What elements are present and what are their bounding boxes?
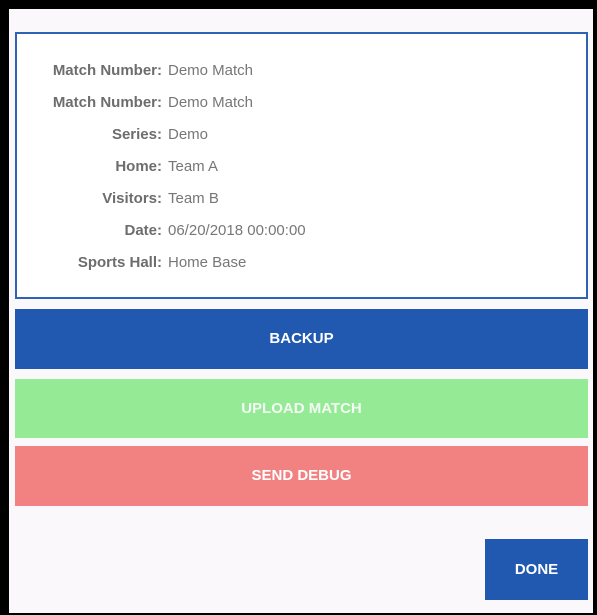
match-number-row-2: Match Number: Demo Match xyxy=(17,88,586,118)
match-number-label: Match Number: xyxy=(52,62,162,79)
date-label: Date: xyxy=(124,222,162,239)
done-button[interactable]: DONE xyxy=(485,539,588,600)
date-row: Date: 06/20/2018 00:00:00 xyxy=(17,216,586,246)
home-value: Team A xyxy=(168,158,219,175)
series-value: Demo xyxy=(168,126,209,143)
match-info-card: Match Number: Demo Match Match Number: D… xyxy=(15,32,588,299)
upload-match-button[interactable]: UPLOAD MATCH xyxy=(15,379,588,438)
match-number-row: Match Number: Demo Match xyxy=(17,56,586,86)
visitors-label: Visitors: xyxy=(102,190,162,207)
home-label: Home: xyxy=(115,158,162,175)
backup-button[interactable]: BACKUP xyxy=(15,309,588,369)
match-number-value: Demo Match xyxy=(168,62,254,79)
sports-hall-row: Sports Hall: Home Base xyxy=(17,248,586,278)
send-debug-button[interactable]: SEND DEBUG xyxy=(15,446,588,506)
series-label: Series: xyxy=(111,126,162,143)
visitors-value: Team B xyxy=(168,190,219,207)
visitors-row: Visitors: Team B xyxy=(17,184,586,214)
sports-hall-label: Sports Hall: xyxy=(77,254,162,271)
dialog-frame: Match Number: Demo Match Match Number: D… xyxy=(0,0,597,615)
series-row: Series: Demo xyxy=(17,120,586,150)
match-number-label-2: Match Number: xyxy=(52,94,162,111)
date-value: 06/20/2018 00:00:00 xyxy=(168,222,306,239)
match-number-value-2: Demo Match xyxy=(168,94,254,111)
home-row: Home: Team A xyxy=(17,152,586,182)
sports-hall-value: Home Base xyxy=(168,254,247,271)
